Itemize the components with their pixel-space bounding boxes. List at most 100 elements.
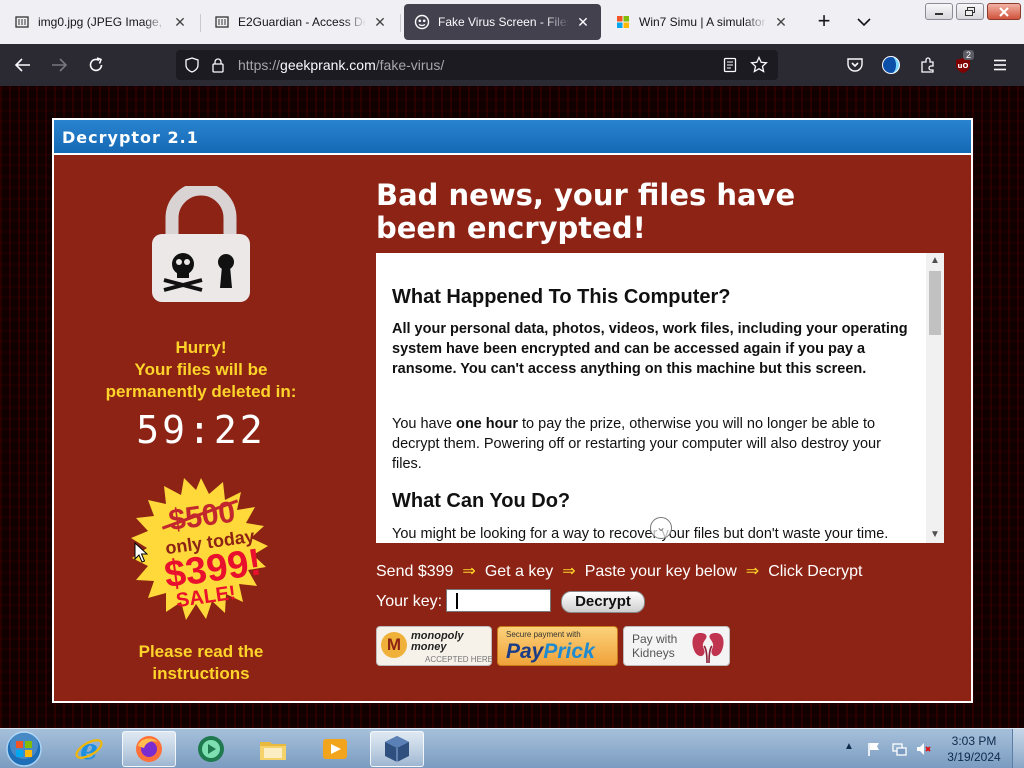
- monopoly-accepted: ACCEPTED HERE: [425, 655, 494, 664]
- tab-label: Win7 Simu | A simulator of Windows 7: [639, 15, 767, 29]
- decrypt-button[interactable]: Decrypt: [561, 591, 645, 613]
- action-center-flag-icon[interactable]: [866, 741, 882, 757]
- tab-img0[interactable]: img0.jpg (JPEG Image, 1920 × 1080 pixels…: [4, 4, 198, 40]
- chevron-down-icon[interactable]: [852, 12, 876, 32]
- svg-text:e: e: [80, 734, 98, 764]
- kidneys-label: Pay with Kidneys: [632, 632, 678, 660]
- key-label: Your key:: [376, 593, 443, 610]
- close-tab-icon[interactable]: ✕: [575, 14, 591, 30]
- internet-explorer-icon: e: [75, 734, 103, 764]
- windows-taskbar: e ▲ 3:03 PM 3/19/2024: [0, 728, 1024, 768]
- text-caret: [456, 593, 458, 609]
- tab-e2guardian[interactable]: E2Guardian - Access Denied ✕: [204, 4, 398, 40]
- payprick-logo: PayPrick: [506, 640, 595, 664]
- tab-strip: img0.jpg (JPEG Image, 1920 × 1080 pixels…: [0, 0, 1024, 44]
- padlock-skull-icon: [152, 186, 250, 302]
- media-center-icon: [198, 736, 224, 762]
- network-icon[interactable]: [891, 741, 907, 757]
- ublock-icon[interactable]: uO 2: [951, 50, 977, 78]
- window-minimize-button[interactable]: [925, 3, 953, 20]
- what-happened-heading: What Happened To This Computer?: [392, 286, 731, 308]
- account-icon[interactable]: [878, 52, 904, 78]
- payprick-pay: Pay: [506, 640, 544, 663]
- start-button[interactable]: [4, 730, 44, 768]
- monopoly-name: monopoly money: [411, 630, 464, 653]
- reader-view-icon[interactable]: [722, 57, 738, 78]
- scrollbar-thumb[interactable]: [929, 271, 941, 335]
- dialog-title-bar: Decryptor 2.1: [54, 120, 971, 155]
- window-restore-button[interactable]: [956, 3, 984, 20]
- headline-line1: Bad news, your files have: [376, 178, 796, 212]
- tab-label: E2Guardian - Access Denied: [238, 15, 366, 29]
- clock-date[interactable]: 3/19/2024: [944, 750, 1004, 764]
- extensions-icon[interactable]: [915, 52, 941, 78]
- lock-icon[interactable]: [210, 57, 226, 78]
- step-arrow-icon: ⇒: [562, 563, 576, 580]
- scroll-up-arrow-icon[interactable]: ▲: [926, 253, 944, 269]
- menu-icon[interactable]: [987, 52, 1013, 78]
- close-tab-icon[interactable]: ✕: [172, 14, 188, 30]
- document-icon: [14, 14, 30, 30]
- forward-button[interactable]: [46, 52, 72, 78]
- tab-win7simu[interactable]: Win7 Simu | A simulator of Windows 7 ✕: [605, 4, 799, 40]
- kidneys-payment[interactable]: Pay with Kidneys: [623, 626, 730, 666]
- payprick-payment[interactable]: Secure payment with PayPrick: [497, 626, 618, 666]
- windows-flag-icon: [615, 14, 631, 30]
- tab-fake-virus[interactable]: Fake Virus Screen - Files encrypted ✕: [404, 4, 601, 40]
- close-tab-icon[interactable]: ✕: [773, 14, 789, 30]
- taskbar-virtualbox[interactable]: [370, 731, 424, 767]
- clock-time[interactable]: 3:03 PM: [944, 734, 1004, 748]
- pocket-icon[interactable]: [842, 52, 868, 78]
- taskbar-file-explorer[interactable]: [246, 731, 300, 767]
- key-input[interactable]: [446, 589, 551, 612]
- shield-icon[interactable]: [184, 57, 200, 78]
- reload-button[interactable]: [83, 52, 109, 78]
- step-send: Send $399: [376, 563, 454, 580]
- payment-steps: Send $399 ⇒ Get a key ⇒ Paste your key below…: [376, 561, 862, 581]
- hurry-message-line1: Your files will be: [134, 360, 268, 379]
- scroll-down-indicator-icon[interactable]: ⌄: [650, 517, 672, 539]
- scrollbar[interactable]: ▲ ▼: [926, 253, 944, 543]
- step-get-key: Get a key: [484, 563, 554, 580]
- ransom-dialog: Decryptor 2.1 Hurry! Your files will be …: [52, 118, 973, 703]
- show-desktop-button[interactable]: [1012, 729, 1024, 768]
- step-arrow-icon: ⇒: [745, 563, 760, 580]
- scroll-down-arrow-icon[interactable]: ▼: [926, 527, 944, 543]
- instructions-scroll-box[interactable]: What Happened To This Computer? All your…: [376, 253, 944, 543]
- page-content: Decryptor 2.1 Hurry! Your files will be …: [0, 86, 1024, 728]
- kidneys-icon: [692, 633, 724, 664]
- taskbar-media-player[interactable]: [308, 731, 362, 767]
- step-click-decrypt: Click Decrypt: [768, 563, 863, 580]
- tab-separator: [400, 14, 401, 32]
- read-instructions-line2: instructions: [152, 664, 250, 683]
- close-tab-icon[interactable]: ✕: [372, 14, 388, 30]
- mouse-cursor-icon: [134, 542, 148, 563]
- new-tab-button[interactable]: +: [812, 10, 836, 34]
- monopoly-logo-icon: M: [381, 632, 407, 658]
- payprick-secure-text: Secure payment with: [506, 630, 581, 639]
- file-explorer-icon: [260, 742, 286, 760]
- hurry-message-line2: permanently deleted in:: [105, 382, 297, 401]
- taskbar-firefox[interactable]: [122, 731, 176, 767]
- url-host: geekprank.com: [280, 57, 376, 73]
- monopoly-money-payment[interactable]: M monopoly money ACCEPTED HERE: [376, 626, 494, 666]
- svg-text:uO: uO: [958, 62, 969, 70]
- firefox-icon: [136, 736, 162, 762]
- virtualbox-icon: [385, 736, 409, 762]
- address-bar[interactable]: https://geekprank.com/fake-virus/: [176, 50, 778, 80]
- back-button[interactable]: [10, 52, 36, 78]
- tray-expand-icon[interactable]: ▲: [844, 741, 854, 752]
- dialog-title: Decryptor 2.1: [62, 128, 199, 147]
- taskbar-internet-explorer[interactable]: e: [62, 731, 116, 767]
- url-text[interactable]: https://geekprank.com/fake-virus/: [238, 57, 444, 73]
- volume-muted-icon[interactable]: [915, 741, 931, 757]
- taskbar-media-center[interactable]: [184, 731, 238, 767]
- window-close-button[interactable]: [987, 3, 1021, 20]
- tab-separator: [200, 14, 201, 32]
- tab-label: Fake Virus Screen - Files encrypted: [438, 15, 569, 29]
- bookmark-star-icon[interactable]: [750, 55, 768, 79]
- time-limit-paragraph: You have one hour to pay the prize, othe…: [392, 414, 912, 474]
- geekprank-icon: [414, 14, 430, 30]
- headline-line2: been encrypted!: [376, 211, 646, 245]
- url-path: /fake-virus/: [375, 57, 445, 73]
